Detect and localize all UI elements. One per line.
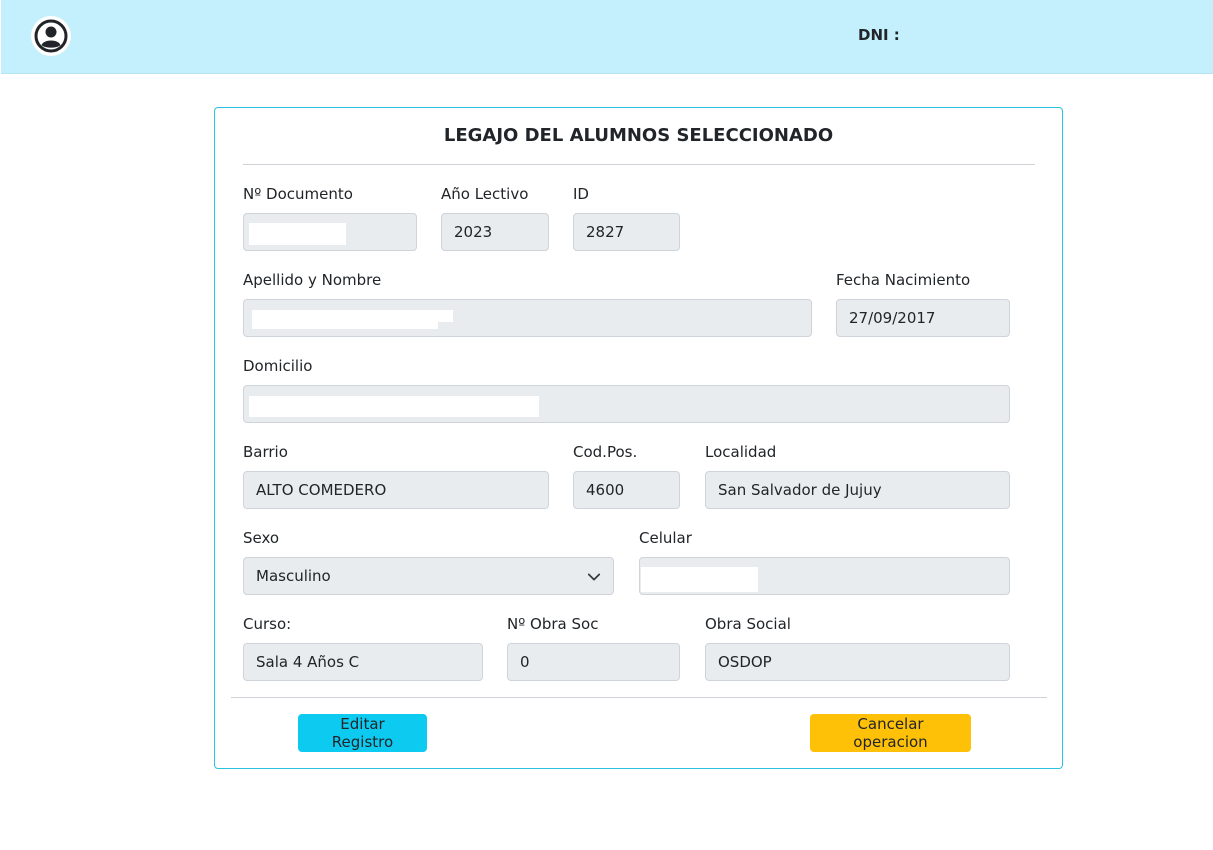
sexo-value: Masculino xyxy=(256,567,331,585)
obra-soc-num-value: 0 xyxy=(520,653,530,671)
user-circle-icon xyxy=(34,19,68,53)
anio-lectivo-field[interactable]: 2023 xyxy=(441,213,549,251)
top-header: DNI : xyxy=(1,0,1213,74)
chevron-down-icon xyxy=(587,573,601,581)
title-divider xyxy=(243,164,1035,165)
domicilio-label: Domicilio xyxy=(243,357,313,375)
redacted-block xyxy=(641,567,758,592)
sexo-label: Sexo xyxy=(243,529,280,547)
redacted-block xyxy=(249,396,539,417)
cod-pos-field[interactable]: 4600 xyxy=(573,471,680,509)
apellido-nombre-label: Apellido y Nombre xyxy=(243,271,382,289)
obra-social-label: Obra Social xyxy=(705,615,791,633)
localidad-field[interactable]: San Salvador de Jujuy xyxy=(705,471,1010,509)
celular-label: Celular xyxy=(639,529,692,547)
localidad-label: Localidad xyxy=(705,443,777,461)
footer-divider xyxy=(231,697,1047,698)
fecha-nacimiento-value: 27/09/2017 xyxy=(849,309,936,327)
curso-field[interactable]: Sala 4 Años C xyxy=(243,643,483,681)
card-title: LEGAJO DEL ALUMNOS SELECCIONADO xyxy=(443,125,834,146)
redacted-block xyxy=(252,320,438,329)
user-avatar[interactable] xyxy=(31,16,71,56)
student-record-card: LEGAJO DEL ALUMNOS SELECCIONADO Nº Docum… xyxy=(214,107,1063,769)
celular-field[interactable] xyxy=(639,557,1010,595)
cod-pos-label: Cod.Pos. xyxy=(573,443,638,461)
barrio-label: Barrio xyxy=(243,443,288,461)
anio-lectivo-value: 2023 xyxy=(454,223,493,241)
obra-soc-num-field[interactable]: 0 xyxy=(507,643,680,681)
curso-label: Curso: xyxy=(243,615,292,633)
dni-label: DNI : xyxy=(858,26,900,44)
obra-social-value: OSDOP xyxy=(718,653,772,671)
barrio-value: ALTO COMEDERO xyxy=(256,481,387,499)
id-label: ID xyxy=(573,185,589,203)
redacted-block xyxy=(249,223,346,245)
documento-label: Nº Documento xyxy=(243,185,353,203)
fecha-nacimiento-label: Fecha Nacimiento xyxy=(836,271,971,289)
curso-value: Sala 4 Años C xyxy=(256,653,360,671)
domicilio-field[interactable] xyxy=(243,385,1010,423)
sexo-select[interactable]: Masculino xyxy=(243,557,614,595)
barrio-field[interactable]: ALTO COMEDERO xyxy=(243,471,549,509)
id-value: 2827 xyxy=(586,223,625,241)
fecha-nacimiento-field[interactable]: 27/09/2017 xyxy=(836,299,1010,337)
edit-record-button[interactable]: Editar Registro xyxy=(298,714,427,752)
localidad-value: San Salvador de Jujuy xyxy=(718,481,882,499)
cod-pos-value: 4600 xyxy=(586,481,625,499)
documento-field[interactable] xyxy=(243,213,417,251)
obra-social-field[interactable]: OSDOP xyxy=(705,643,1010,681)
apellido-nombre-field[interactable] xyxy=(243,299,812,337)
obra-soc-num-label: Nº Obra Soc xyxy=(507,615,599,633)
id-field[interactable]: 2827 xyxy=(573,213,680,251)
cancel-operation-button[interactable]: Cancelar operacion xyxy=(810,714,971,752)
anio-lectivo-label: Año Lectivo xyxy=(441,185,529,203)
